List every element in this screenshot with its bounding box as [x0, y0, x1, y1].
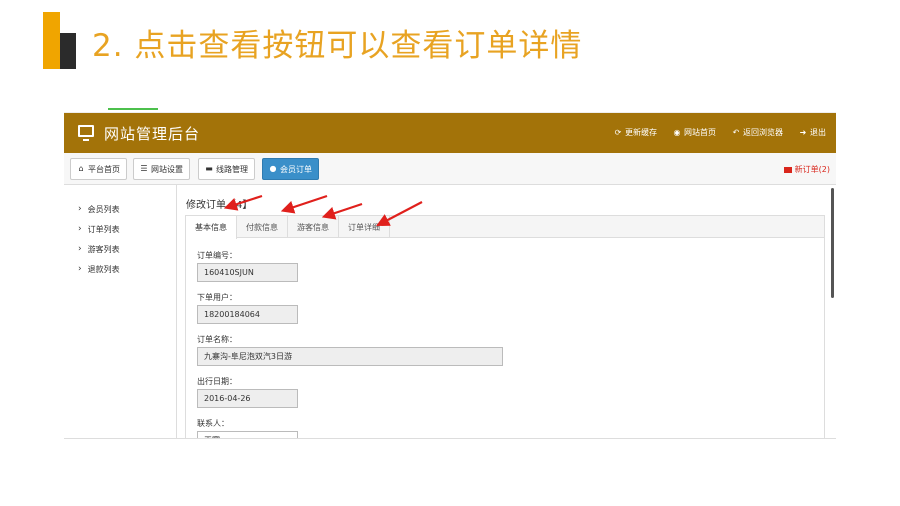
chevron-right-icon: › — [78, 244, 82, 254]
admin-screenshot: 网站管理后台 ⟳ 更新缓存 ◉ 网站首页 ↶ 返回浏览器 ➜ 退出 ⌂ 平台首页 ☰ 网站设… — [64, 108, 836, 439]
platform-home-button[interactable]: ⌂ 平台首页 — [70, 158, 127, 180]
order-number-label: 订单编号： — [197, 251, 237, 260]
site-home-link[interactable]: ◉ 网站首页 — [673, 127, 717, 138]
refresh-cache-label: 更新缓存 — [625, 128, 657, 137]
reply-icon: ↶ — [732, 127, 740, 137]
monitor-icon — [78, 125, 94, 141]
title-decoration-bar — [43, 12, 60, 69]
sidebar-item-label: 订单列表 — [87, 224, 120, 234]
envelope-icon — [783, 166, 792, 173]
return-browser-label: 返回浏览器 — [743, 128, 783, 137]
platform-home-label: 平台首页 — [88, 164, 120, 174]
member-orders-button[interactable]: ● 会员订单 — [262, 158, 319, 180]
user-icon: ● — [269, 164, 277, 173]
chevron-right-icon: › — [78, 224, 82, 234]
contact-label: 联系人： — [197, 419, 229, 428]
tab-payment-info[interactable]: 付款信息 — [237, 216, 288, 238]
logout-icon: ➜ — [799, 127, 807, 137]
chevron-right-icon: › — [78, 264, 82, 274]
list-icon: ☰ — [140, 164, 148, 173]
chevron-right-icon: › — [78, 204, 82, 214]
contact-field[interactable]: 王赛 — [197, 431, 298, 438]
site-settings-button[interactable]: ☰ 网站设置 — [133, 158, 190, 180]
sidebar-item-label: 退款列表 — [87, 264, 120, 274]
site-settings-label: 网站设置 — [151, 164, 183, 174]
route-management-button[interactable]: ▬ 线路管理 — [198, 158, 255, 180]
order-user-label: 下单用户： — [197, 293, 237, 302]
globe-icon: ◉ — [673, 127, 681, 137]
travel-date-label: 出行日期： — [197, 377, 237, 386]
admin-header: 网站管理后台 ⟳ 更新缓存 ◉ 网站首页 ↶ 返回浏览器 ➜ 退出 — [64, 113, 836, 153]
tab-order-details[interactable]: 订单详细 — [339, 216, 390, 238]
route-management-label: 线路管理 — [216, 164, 248, 174]
app-title: 网站管理后台 — [104, 125, 201, 143]
sidebar-item-tourists[interactable]: › 游客列表 — [64, 239, 176, 259]
main-content: 修改订单【4】 基本信息 付款信息 游客信息 订单详细 订单编号： 160410… — [177, 185, 836, 438]
refresh-cache-link[interactable]: ⟳ 更新缓存 — [614, 127, 657, 138]
scrollbar[interactable] — [831, 188, 834, 298]
active-tab-indicator — [108, 108, 158, 110]
logout-link[interactable]: ➜ 退出 — [799, 127, 826, 138]
order-name-field[interactable]: 九寨沟-阜尼泡双汽3日游 — [197, 347, 503, 366]
sidebar-item-label: 游客列表 — [87, 244, 120, 254]
travel-date-field[interactable]: 2016-04-26 — [197, 389, 298, 408]
sidebar-item-label: 会员列表 — [87, 204, 120, 214]
new-orders-link[interactable]: 新订单(2) — [783, 164, 830, 175]
logout-label: 退出 — [810, 128, 826, 137]
refresh-icon: ⟳ — [614, 127, 622, 137]
toolbar: ⌂ 平台首页 ☰ 网站设置 ▬ 线路管理 ● 会员订单 新订单(2) — [64, 153, 836, 185]
title-decoration-block — [60, 33, 76, 69]
order-name-label: 订单名称： — [197, 335, 237, 344]
sidebar-item-members[interactable]: › 会员列表 — [64, 199, 176, 219]
order-user-field[interactable]: 18200184064 — [197, 305, 298, 324]
new-orders-label: 新订单(2) — [794, 165, 830, 174]
order-tabs-panel: 基本信息 付款信息 游客信息 订单详细 订单编号： 160410SJUN 下单用… — [185, 215, 825, 438]
order-number-field[interactable]: 160410SJUN — [197, 263, 298, 282]
member-orders-label: 会员订单 — [280, 164, 312, 174]
tab-tourist-info[interactable]: 游客信息 — [288, 216, 339, 238]
folder-icon: ▬ — [205, 164, 213, 173]
edit-order-title: 修改订单【4】 — [186, 200, 253, 211]
sidebar-item-refunds[interactable]: › 退款列表 — [64, 259, 176, 279]
order-tabs: 基本信息 付款信息 游客信息 订单详细 — [186, 216, 824, 239]
sidebar-item-orders[interactable]: › 订单列表 — [64, 219, 176, 239]
sidebar: › 会员列表 › 订单列表 › 游客列表 › 退款列表 — [64, 185, 177, 438]
tab-basic-info[interactable]: 基本信息 — [186, 216, 237, 239]
return-browser-link[interactable]: ↶ 返回浏览器 — [732, 127, 783, 138]
header-links: ⟳ 更新缓存 ◉ 网站首页 ↶ 返回浏览器 ➜ 退出 — [614, 127, 826, 138]
slide-title: 2. 点击查看按钮可以查看订单详情 — [92, 28, 583, 64]
home-icon: ⌂ — [78, 164, 84, 173]
site-home-label: 网站首页 — [684, 128, 716, 137]
